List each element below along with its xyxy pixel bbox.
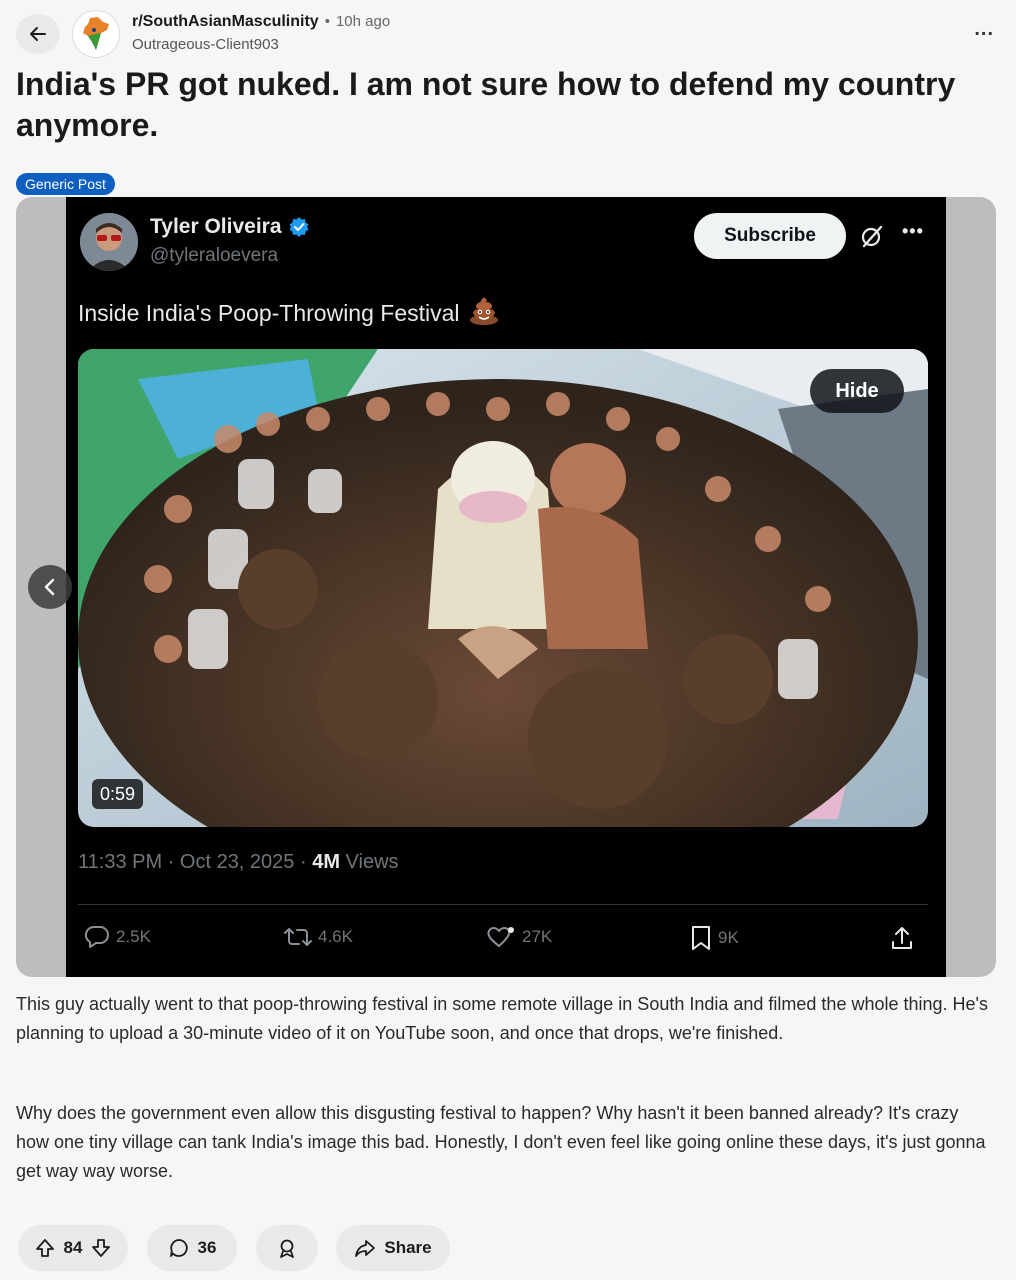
bookmark-action[interactable]: 9K bbox=[690, 925, 739, 951]
back-button[interactable] bbox=[16, 14, 60, 54]
subreddit-avatar[interactable] bbox=[72, 10, 120, 58]
tweet-video[interactable]: Hide 0:59 bbox=[78, 349, 928, 827]
upvote-icon[interactable] bbox=[34, 1237, 56, 1259]
video-frame-image bbox=[78, 349, 928, 827]
tweet-more-button[interactable]: ••• bbox=[902, 221, 924, 242]
share-tweet-action[interactable] bbox=[890, 925, 914, 951]
award-icon bbox=[280, 1239, 294, 1258]
repost-count: 4.6K bbox=[318, 927, 353, 946]
comment-count: 36 bbox=[197, 1238, 217, 1257]
video-duration: 0:59 bbox=[92, 779, 144, 809]
tweet-divider bbox=[78, 904, 928, 905]
hide-button[interactable]: Hide bbox=[810, 369, 904, 413]
tweet-author-avatar bbox=[80, 213, 138, 271]
media-card: Tyler Oliveira @tyleraloevera Subscribe … bbox=[16, 197, 996, 977]
tweet-timestamp[interactable]: 11:33 PM · Oct 23, 2025 · bbox=[78, 851, 312, 873]
post-flair[interactable]: Generic Post bbox=[16, 173, 115, 195]
vote-control: 84 bbox=[18, 1225, 128, 1271]
tweet-meta: 11:33 PM · Oct 23, 2025 · 4M Views bbox=[78, 851, 399, 874]
india-map-icon bbox=[83, 17, 109, 50]
tweet-author-name[interactable]: Tyler Oliveira bbox=[150, 215, 282, 239]
tweet-views-label: Views bbox=[340, 851, 399, 873]
grok-icon[interactable] bbox=[860, 224, 884, 253]
comments-button[interactable]: 36 bbox=[147, 1225, 237, 1271]
share-button[interactable]: Share bbox=[336, 1225, 450, 1271]
share-label: Share bbox=[384, 1238, 432, 1257]
comment-icon bbox=[169, 1239, 188, 1257]
post-title: India's PR got nuked. I am not sure how … bbox=[16, 66, 956, 143]
reply-count: 2.5K bbox=[116, 927, 151, 946]
tweet-views-count: 4M bbox=[312, 851, 340, 873]
bookmark-count: 9K bbox=[718, 928, 739, 947]
upload-share-icon bbox=[892, 927, 912, 949]
arrow-left-icon bbox=[30, 27, 46, 41]
tweet-author-handle[interactable]: @tyleraloevera bbox=[150, 245, 278, 267]
award-button[interactable] bbox=[256, 1225, 318, 1271]
poop-emoji-icon bbox=[468, 295, 500, 331]
subreddit-name[interactable]: r/SouthAsianMasculinity bbox=[132, 13, 319, 31]
post-more-button[interactable]: ... bbox=[974, 18, 994, 41]
vote-count: 84 bbox=[63, 1238, 83, 1257]
embedded-tweet-screenshot: Tyler Oliveira @tyleraloevera Subscribe … bbox=[66, 197, 946, 977]
separator-dot: • bbox=[324, 13, 330, 30]
share-arrow-icon bbox=[355, 1240, 376, 1257]
downvote-icon[interactable] bbox=[90, 1237, 112, 1259]
post-author[interactable]: Outrageous-Client903 bbox=[132, 36, 279, 53]
subscribe-button[interactable]: Subscribe bbox=[694, 213, 846, 259]
like-count: 27K bbox=[522, 927, 553, 946]
tweet-text: Inside India's Poop-Throwing Festival bbox=[78, 299, 460, 326]
repost-action[interactable]: 4.6K bbox=[284, 925, 353, 949]
heart-icon bbox=[487, 927, 514, 947]
verified-badge-icon bbox=[288, 216, 310, 238]
post-time: 10h ago bbox=[335, 13, 391, 30]
repost-icon bbox=[284, 928, 312, 946]
chevron-left-icon bbox=[44, 578, 55, 596]
carousel-prev-button[interactable] bbox=[28, 565, 72, 609]
post-body-paragraph-1: This guy actually went to that poop-thro… bbox=[16, 994, 988, 1043]
bookmark-icon bbox=[692, 926, 710, 950]
reply-action[interactable]: 2.5K bbox=[84, 925, 151, 949]
reply-icon bbox=[84, 925, 109, 948]
like-action[interactable]: 27K bbox=[486, 925, 552, 949]
post-body-paragraph-2: Why does the government even allow this … bbox=[16, 1103, 986, 1181]
